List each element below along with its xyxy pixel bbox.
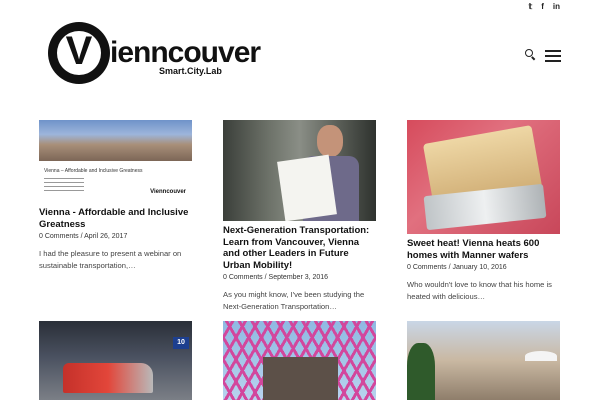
slide-text-lines [44,178,84,194]
comments-link[interactable]: 0 Comments [407,264,447,271]
post-card: 10 [39,321,192,400]
post-date[interactable]: September 3, 2016 [269,274,329,281]
post-thumbnail[interactable] [407,120,560,234]
facebook-icon[interactable]: f [541,2,544,11]
slide-title: Vienna – Affordable and Inclusive Greatn… [44,168,143,174]
post-thumbnail[interactable] [223,120,376,221]
post-meta: 0 Comments / April 26, 2017 [39,233,128,240]
post-date[interactable]: April 26, 2017 [84,233,127,240]
person-head [317,125,343,157]
certificate [277,154,337,221]
post-title[interactable]: Sweet heat! Vienna heats 600 homes with … [407,238,560,261]
slide-logo: Vienncouver [150,189,186,195]
post-meta: 0 Comments / January 10, 2016 [407,264,507,271]
post-card [223,321,376,400]
post-date[interactable]: January 10, 2016 [453,264,507,271]
linkedin-icon[interactable]: in [553,2,560,11]
search-icon[interactable] [525,49,536,61]
post-title[interactable]: Next-Generation Transportation: Learn fr… [223,225,376,271]
post-thumbnail[interactable]: Vienna – Affordable and Inclusive Greatn… [39,120,192,203]
train [63,363,153,393]
comments-link[interactable]: 0 Comments [39,233,79,240]
post-title[interactable]: Vienna - Affordable and Inclusive Greatn… [39,207,192,230]
post-excerpt: I had the pleasure to present a webinar … [39,249,182,270]
post-thumbnail[interactable] [223,321,376,400]
post-card [407,321,560,400]
logo-tagline: Smart.City.Lab [159,66,222,76]
post-card: Vienna – Affordable and Inclusive Greatn… [39,120,192,271]
post-meta: 0 Comments / September 3, 2016 [223,274,329,281]
post-excerpt: Who wouldn't love to know that his home … [407,280,552,301]
umbrella [525,351,557,361]
twitter-icon[interactable]: 𝕥 [528,2,532,11]
building-facade [263,357,338,400]
post-card: Next-Generation Transportation: Learn fr… [223,120,376,312]
post-card: Sweet heat! Vienna heats 600 homes with … [407,120,560,302]
menu-icon[interactable] [545,50,561,62]
logo-emblem-letter: V [65,29,93,73]
logo-wordmark: ienncouver [110,36,261,69]
top-bar: 𝕥 f in [0,0,600,14]
post-excerpt: As you might know, I've been studying th… [223,290,365,311]
post-thumbnail[interactable]: 10 [39,321,192,400]
post-thumbnail[interactable] [407,321,560,400]
comments-link[interactable]: 0 Comments [223,274,263,281]
site-logo[interactable]: V ienncouver Smart.City.Lab [48,20,268,90]
tree [407,343,435,400]
city-panorama [39,120,192,161]
platform-sign: 10 [173,337,189,349]
social-links: 𝕥 f in [528,2,560,11]
